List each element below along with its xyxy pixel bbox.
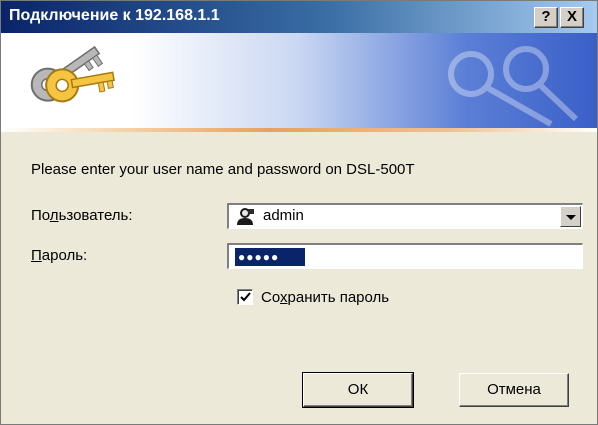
username-value: admin xyxy=(263,207,304,224)
window-title: Подключение к 192.168.1.1 xyxy=(9,7,220,24)
checkmark-icon xyxy=(240,292,251,302)
user-icon xyxy=(237,208,254,225)
login-prompt: Please enter your user name and password… xyxy=(31,161,415,178)
help-button[interactable]: ? xyxy=(534,7,558,28)
username-combobox[interactable]: admin xyxy=(227,203,583,229)
username-label: Пользователь: xyxy=(31,207,133,224)
login-dialog: Подключение к 192.168.1.1 ? X Please ent… xyxy=(0,0,598,425)
remember-password-label[interactable]: Сохранить пароль xyxy=(261,289,389,306)
remember-password-checkbox[interactable] xyxy=(237,289,253,305)
keys-icon xyxy=(30,45,115,103)
password-value: ●●●●● xyxy=(235,248,305,266)
close-button[interactable]: X xyxy=(560,7,584,28)
password-label: Пароль: xyxy=(31,247,88,264)
ok-button[interactable]: ОК xyxy=(302,372,414,408)
chevron-down-icon[interactable] xyxy=(560,206,581,227)
title-bar[interactable]: Подключение к 192.168.1.1 ? X xyxy=(1,1,597,33)
password-field[interactable]: ●●●●● xyxy=(227,243,583,269)
cancel-button[interactable]: Отмена xyxy=(459,373,569,407)
banner-watermark-keys-icon xyxy=(448,46,579,127)
